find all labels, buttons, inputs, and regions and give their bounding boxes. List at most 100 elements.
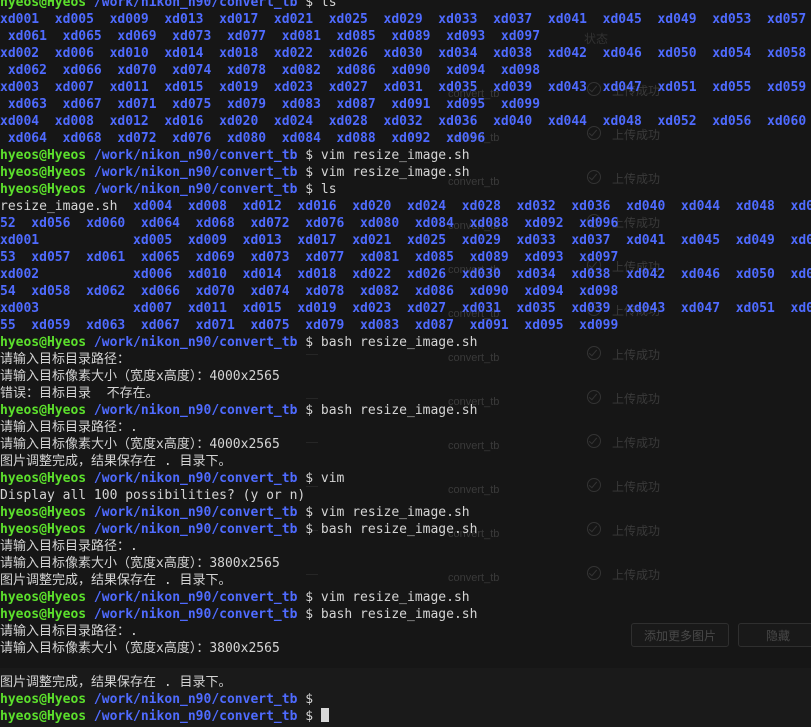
terminal-line: 图片调整完成，结果保存在 . 目录下。 bbox=[0, 572, 811, 589]
prompt-user: hyeos@Hyeos bbox=[0, 522, 87, 537]
terminal-text: $ ls bbox=[297, 0, 337, 10]
terminal-text: resize_image.sh bbox=[0, 199, 134, 214]
terminal-text: $ vim resize_image.sh bbox=[297, 148, 470, 163]
terminal-line: resize_image.sh xd004 xd008 xd012 xd016 … bbox=[0, 198, 811, 215]
terminal-text: 请输入目标像素大小（宽度x高度）：4000x2565 bbox=[0, 437, 280, 452]
terminal-line: hyeos@Hyeos /work/nikon_n90/convert_tb $… bbox=[0, 164, 811, 181]
prompt-user: hyeos@Hyeos bbox=[0, 505, 87, 520]
terminal-text: $ bash resize_image.sh bbox=[297, 403, 478, 418]
text-cursor bbox=[320, 708, 329, 722]
directory-listing: 54 xd058 xd062 xd066 xd070 xd074 xd078 x… bbox=[0, 284, 619, 299]
directory-listing: xd001 xd005 xd009 xd013 xd017 xd021 xd02… bbox=[0, 233, 811, 248]
directory-listing: xd004 xd008 xd012 xd016 xd020 xd024 xd02… bbox=[0, 114, 807, 129]
terminal-line: 请输入目标目录路径：. bbox=[0, 419, 811, 436]
terminal-text: 图片调整完成，结果保存在 . 目录下。 bbox=[0, 573, 232, 588]
prompt-path: /work/nikon_n90/convert_tb bbox=[93, 335, 298, 350]
terminal-line: xd002 xd006 xd010 xd014 xd018 xd022 xd02… bbox=[0, 45, 811, 62]
prompt-path: /work/nikon_n90/convert_tb bbox=[93, 692, 298, 707]
prompt-user: hyeos@Hyeos bbox=[0, 148, 87, 163]
terminal-text: $ bash resize_image.sh bbox=[297, 607, 478, 622]
terminal-line: hyeos@Hyeos /work/nikon_n90/convert_tb $… bbox=[0, 521, 811, 538]
terminal-line: hyeos@Hyeos /work/nikon_n90/convert_tb $… bbox=[0, 606, 811, 623]
terminal-line: 54 xd058 xd062 xd066 xd070 xd074 xd078 x… bbox=[0, 283, 811, 300]
terminal-line: xd061 xd065 xd069 xd073 xd077 xd081 xd08… bbox=[0, 28, 811, 45]
terminal-text: 请输入目标目录路径： bbox=[0, 352, 131, 367]
terminal-line: 请输入目标像素大小（宽度x高度）：4000x2565 bbox=[0, 436, 811, 453]
directory-listing: xd002 xd006 xd010 xd014 xd018 xd022 xd02… bbox=[0, 46, 807, 61]
terminal-line: 请输入目标目录路径： bbox=[0, 351, 811, 368]
terminal-line: xd003 xd007 xd011 xd015 xd019 xd023 xd02… bbox=[0, 300, 811, 317]
terminal-text: $ ls bbox=[297, 182, 337, 197]
terminal-text: 请输入目标目录路径：. bbox=[0, 420, 138, 435]
terminal-line: Display all 100 possibilities? (y or n) bbox=[0, 487, 811, 504]
directory-listing: 52 xd056 xd060 xd064 xd068 xd072 xd076 x… bbox=[0, 216, 619, 231]
prompt-path: /work/nikon_n90/convert_tb bbox=[93, 607, 298, 622]
terminal-line: 图片调整完成，结果保存在 . 目录下。 bbox=[0, 674, 811, 691]
prompt-user: hyeos@Hyeos bbox=[0, 709, 87, 724]
terminal-window[interactable]: hyeos@Hyeos /work/nikon_n90/convert_tb $… bbox=[0, 0, 811, 668]
prompt-user: hyeos@Hyeos bbox=[0, 335, 87, 350]
directory-listing: 53 xd057 xd061 xd065 xd069 xd073 xd077 x… bbox=[0, 250, 619, 265]
prompt-user: hyeos@Hyeos bbox=[0, 0, 87, 10]
terminal-line: 错误：目标目录 不存在。 bbox=[0, 385, 811, 402]
terminal-text: $ vim resize_image.sh bbox=[297, 505, 470, 520]
terminal-line: 53 xd057 xd061 xd065 xd069 xd073 xd077 x… bbox=[0, 249, 811, 266]
terminal-bottom-pane[interactable]: 图片调整完成，结果保存在 . 目录下。 hyeos@Hyeos /work/nik… bbox=[0, 668, 811, 727]
directory-listing: xd061 xd065 xd069 xd073 xd077 xd081 xd08… bbox=[0, 29, 541, 44]
terminal-text: $ bash resize_image.sh bbox=[297, 522, 478, 537]
prompt-path: /work/nikon_n90/convert_tb bbox=[93, 522, 298, 537]
terminal-line: hyeos@Hyeos /work/nikon_n90/convert_tb $ bbox=[0, 708, 811, 725]
prompt-user: hyeos@Hyeos bbox=[0, 165, 87, 180]
prompt-path: /work/nikon_n90/convert_tb bbox=[93, 182, 298, 197]
terminal-line: hyeos@Hyeos /work/nikon_n90/convert_tb $ bbox=[0, 691, 811, 708]
prompt-user: hyeos@Hyeos bbox=[0, 692, 87, 707]
directory-listing: xd002 xd006 xd010 xd014 xd018 xd022 xd02… bbox=[0, 267, 811, 282]
terminal-line: 请输入目标像素大小（宽度x高度）：3800x2565 bbox=[0, 640, 811, 657]
terminal-text: $ bbox=[297, 692, 314, 707]
prompt-path: /work/nikon_n90/convert_tb bbox=[93, 471, 298, 486]
prompt-path: /work/nikon_n90/convert_tb bbox=[93, 148, 298, 163]
terminal-line: 请输入目标像素大小（宽度x高度）：4000x2565 bbox=[0, 368, 811, 385]
terminal-line: 52 xd056 xd060 xd064 xd068 xd072 xd076 x… bbox=[0, 215, 811, 232]
terminal-text: 请输入目标像素大小（宽度x高度）：3800x2565 bbox=[0, 641, 280, 656]
terminal-text: $ bbox=[297, 709, 321, 724]
terminal-line: 请输入目标目录路径：. bbox=[0, 623, 811, 640]
terminal-line: 55 xd059 xd063 xd067 xd071 xd075 xd079 x… bbox=[0, 317, 811, 334]
prompt-path: /work/nikon_n90/convert_tb bbox=[93, 505, 298, 520]
terminal-line: 图片调整完成，结果保存在 . 目录下。 bbox=[0, 453, 811, 470]
terminal-line: hyeos@Hyeos /work/nikon_n90/convert_tb $… bbox=[0, 589, 811, 606]
terminal-text: 图片调整完成，结果保存在 . 目录下。 bbox=[0, 675, 232, 690]
directory-listing: xd003 xd007 xd011 xd015 xd019 xd023 xd02… bbox=[0, 301, 811, 316]
terminal-text: 图片调整完成，结果保存在 . 目录下。 bbox=[0, 454, 232, 469]
terminal-line: 请输入目标像素大小（宽度x高度）：3800x2565 bbox=[0, 555, 811, 572]
directory-listing: xd004 xd008 xd012 xd016 xd020 xd024 xd02… bbox=[133, 199, 811, 214]
prompt-path: /work/nikon_n90/convert_tb bbox=[93, 709, 298, 724]
directory-listing: 55 xd059 xd063 xd067 xd071 xd075 xd079 x… bbox=[0, 318, 619, 333]
terminal-line: xd063 xd067 xd071 xd075 xd079 xd083 xd08… bbox=[0, 96, 811, 113]
prompt-path: /work/nikon_n90/convert_tb bbox=[93, 590, 298, 605]
terminal-text: Display all 100 possibilities? (y or n) bbox=[0, 488, 306, 503]
prompt-user: hyeos@Hyeos bbox=[0, 182, 87, 197]
prompt-user: hyeos@Hyeos bbox=[0, 471, 87, 486]
terminal-line: hyeos@Hyeos /work/nikon_n90/convert_tb $… bbox=[0, 181, 811, 198]
terminal-text: $ vim resize_image.sh bbox=[297, 165, 470, 180]
terminal-text: 请输入目标像素大小（宽度x高度）：3800x2565 bbox=[0, 556, 280, 571]
terminal-text: 请输入目标像素大小（宽度x高度）：4000x2565 bbox=[0, 369, 280, 384]
terminal-line: hyeos@Hyeos /work/nikon_n90/convert_tb $… bbox=[0, 334, 811, 351]
terminal-line: xd001 xd005 xd009 xd013 xd017 xd021 xd02… bbox=[0, 232, 811, 249]
terminal-line: xd064 xd068 xd072 xd076 xd080 xd084 xd08… bbox=[0, 130, 811, 147]
terminal-line: hyeos@Hyeos /work/nikon_n90/convert_tb $… bbox=[0, 0, 811, 11]
prompt-user: hyeos@Hyeos bbox=[0, 607, 87, 622]
directory-listing: xd063 xd067 xd071 xd075 xd079 xd083 xd08… bbox=[0, 97, 541, 112]
directory-listing: xd062 xd066 xd070 xd074 xd078 xd082 xd08… bbox=[0, 63, 541, 78]
terminal-text: $ vim resize_image.sh bbox=[297, 590, 470, 605]
prompt-path: /work/nikon_n90/convert_tb bbox=[93, 403, 298, 418]
directory-listing: xd003 xd007 xd011 xd015 xd019 xd023 xd02… bbox=[0, 80, 807, 95]
